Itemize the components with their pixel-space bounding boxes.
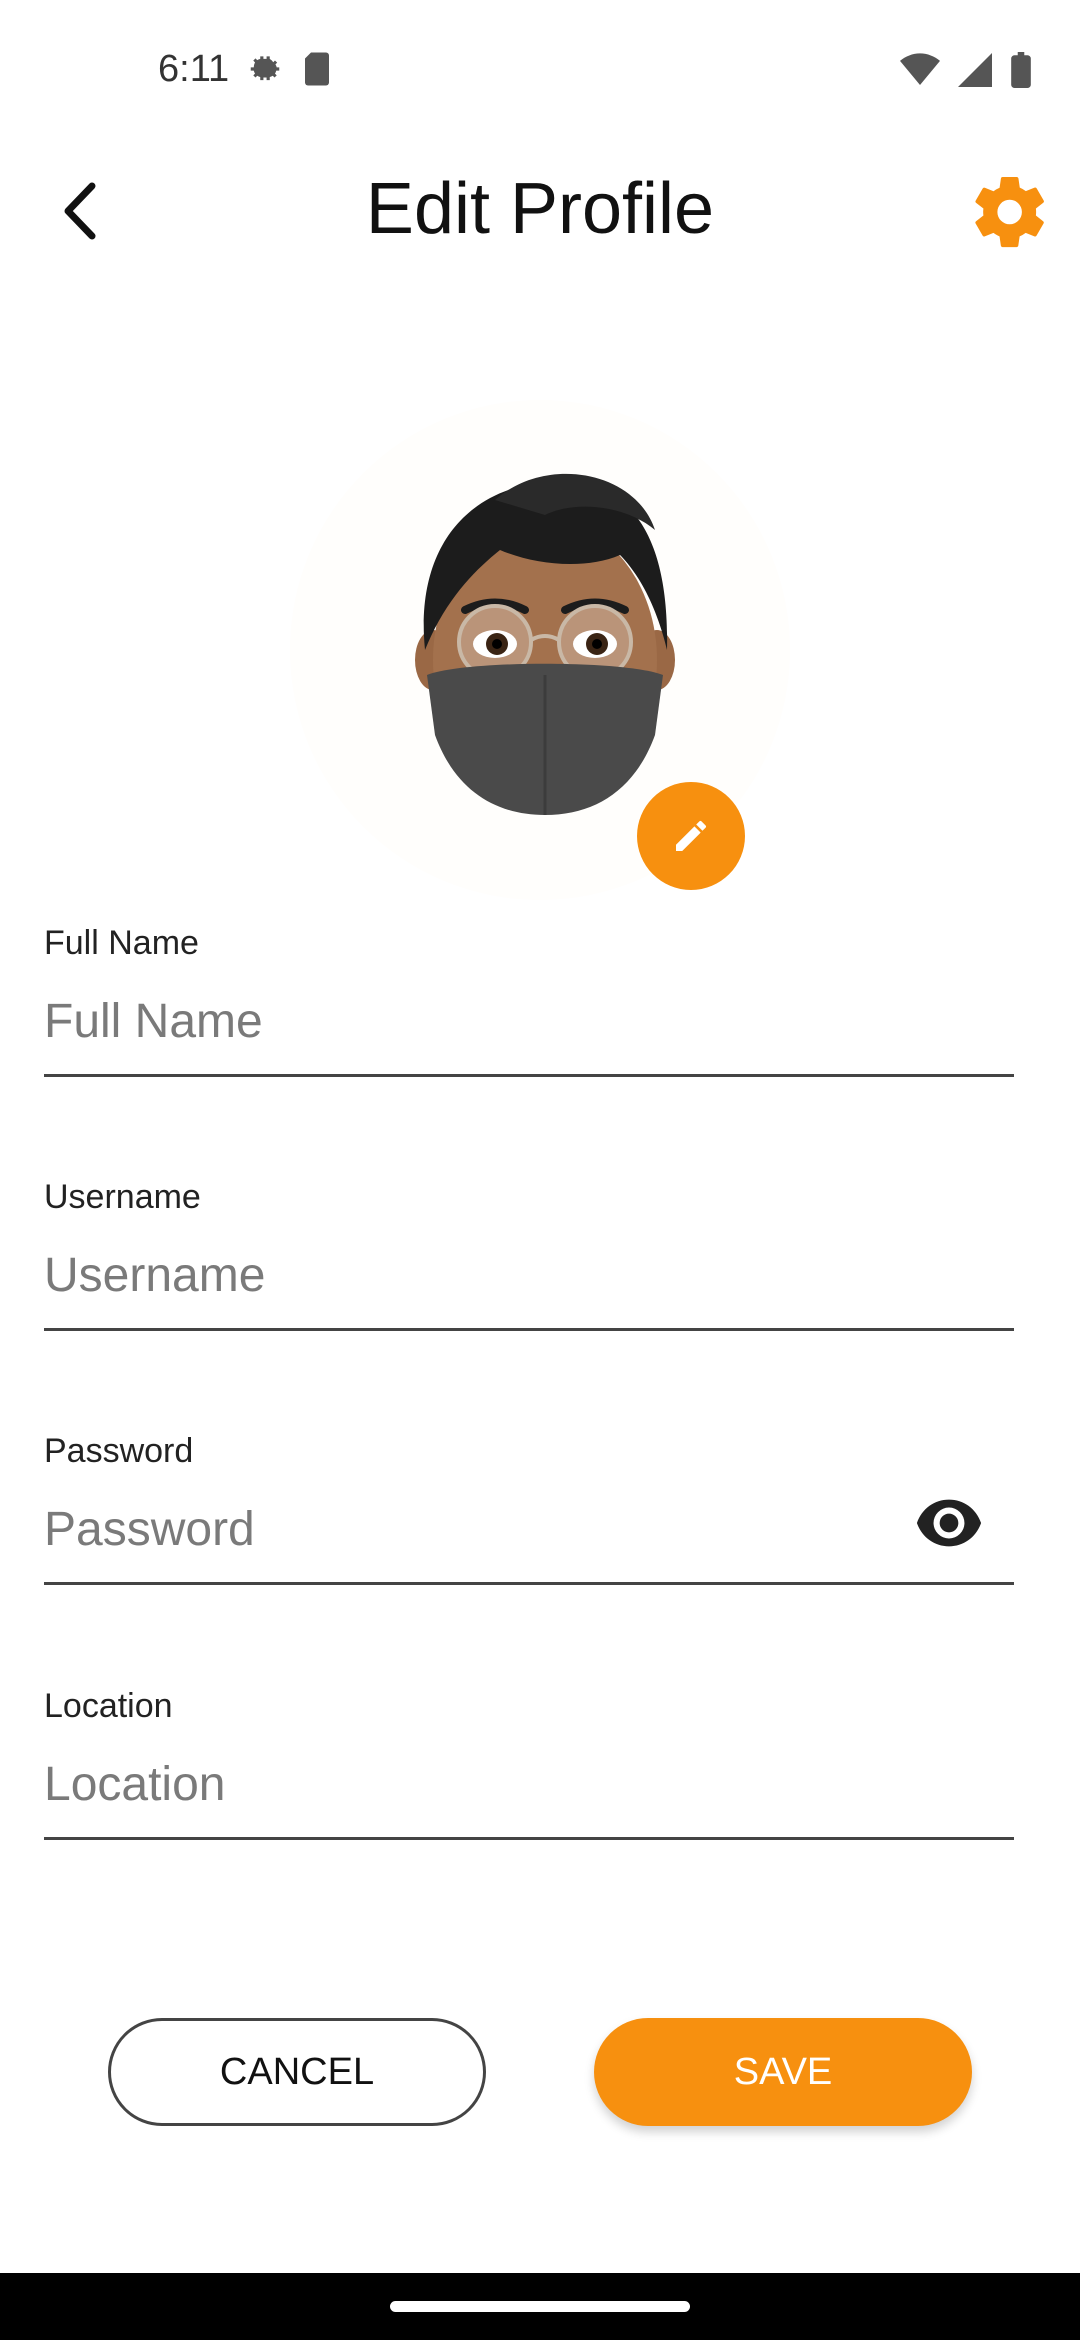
password-input[interactable] (44, 1484, 894, 1574)
full-name-underline (44, 1074, 1014, 1077)
full-name-field: Full Name (44, 924, 1014, 1114)
page-title: Edit Profile (365, 169, 715, 249)
password-field: Password (44, 1432, 1014, 1622)
status-icons-right (900, 52, 1032, 88)
settings-button[interactable] (968, 170, 1052, 254)
toggle-password-visibility-button[interactable] (914, 1498, 984, 1548)
system-nav-bar (0, 2273, 1080, 2340)
location-field: Location (44, 1687, 1014, 1877)
username-label: Username (44, 1178, 201, 1216)
location-input[interactable] (44, 1739, 1004, 1829)
edit-photo-button[interactable] (637, 782, 745, 890)
password-label: Password (44, 1432, 194, 1470)
full-name-input[interactable] (44, 976, 1004, 1066)
save-button[interactable]: SAVE (594, 2018, 972, 2126)
battery-icon (1011, 52, 1031, 88)
signal-icon (958, 53, 992, 87)
full-name-label: Full Name (44, 924, 199, 962)
username-underline (44, 1328, 1014, 1331)
status-time: 6:11 (158, 48, 230, 90)
pencil-icon (676, 820, 707, 851)
username-input[interactable] (44, 1230, 1004, 1320)
username-field: Username (44, 1178, 1014, 1368)
password-underline (44, 1582, 1014, 1585)
eye-icon (916, 1499, 982, 1547)
settings-gear-icon (250, 56, 280, 81)
memoji-avatar (415, 473, 675, 815)
status-icons-left (246, 50, 332, 88)
home-indicator[interactable] (390, 2301, 690, 2312)
sd-card-icon (305, 52, 329, 86)
cancel-button[interactable]: CANCEL (108, 2018, 486, 2126)
app-header: Edit Profile (0, 150, 1080, 270)
gear-icon (975, 176, 1044, 248)
status-bar: 6:11 (0, 0, 1080, 140)
location-underline (44, 1837, 1014, 1840)
location-label: Location (44, 1687, 173, 1725)
wifi-icon (900, 53, 940, 85)
